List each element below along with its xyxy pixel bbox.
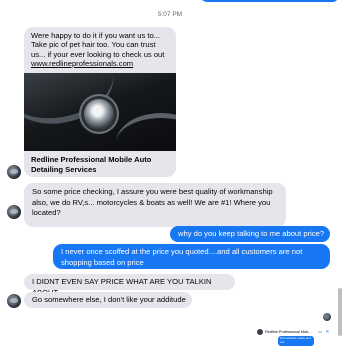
minimize-close-icons[interactable]: ▭ ✕ [318,329,330,335]
incoming-message: So some price checking, I assure you wer… [24,183,286,227]
outgoing-message: I never once scoffed at the price you qu… [53,244,330,269]
message-line: shopping based on price [61,257,144,267]
scrollbar[interactable] [338,288,342,336]
mini-bubble-line: Dirt vehicles inside and [280,336,311,340]
previous-outgoing-bubble-edge [198,0,338,2]
mini-chat-window[interactable]: Redline Professional Mob... ▭ ✕ Dirt veh… [256,328,334,348]
card-text-line: us... if your ever looking to check us o… [31,49,165,59]
message-line: So some price checking, I assure you wer… [32,187,273,196]
contact-avatar[interactable] [7,294,21,308]
control-knob-image [84,99,114,129]
contact-avatar[interactable] [7,205,21,219]
outgoing-message: why do you keep talking to me about pric… [170,226,330,242]
card-title-line: Redline Professional Mobile Auto [31,155,152,164]
message-timestamp: 5:07 PM [157,11,183,18]
seen-by-avatar [323,313,331,321]
message-line: I never once scoffed at the price you qu… [61,247,303,256]
mini-bubble-line: out [280,339,285,344]
card-text-line: Were happy to do it if you want us to... [31,31,161,40]
incoming-message: I DIDNT EVEN SAY PRICE WHAT ARE YOU TALK… [24,274,235,297]
mini-chat-name: Redline Professional Mob... [265,330,312,334]
dashboard-shape [116,113,176,151]
incoming-message: Go somewhere else, I don't like your add… [24,292,192,308]
mini-avatar [257,329,263,335]
card-preview-image[interactable] [24,73,176,151]
card-message-text: Were happy to do it if you want us to...… [24,27,176,68]
message-line: located? [32,208,61,217]
card-title[interactable]: Redline Professional Mobile Auto Detaili… [31,155,171,175]
website-link[interactable]: www.redlineprofessionals.com [31,59,169,68]
link-preview-card[interactable]: Were happy to do it if you want us to...… [24,27,176,177]
message-line: also, we do RV,s... motorcycles & boats … [32,197,271,207]
card-title-line: Detailing Services [31,165,97,174]
card-text-line: Take pic of pet hair too. You can trust [31,40,156,50]
contact-avatar[interactable] [7,165,21,179]
mini-chat-bubble: Dirt vehicles inside and out [278,336,314,346]
